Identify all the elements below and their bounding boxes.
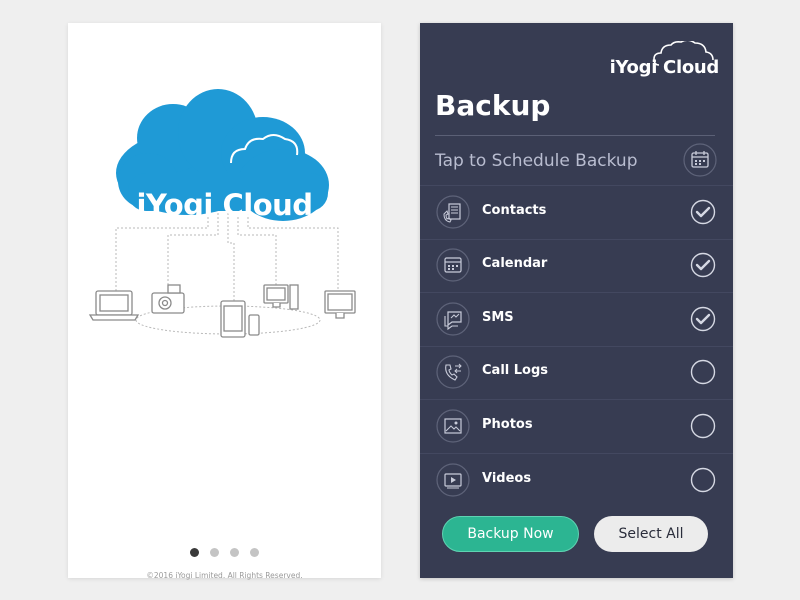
item-label-videos: Videos (482, 471, 532, 486)
logo-text: iYogi Cloud (136, 188, 313, 222)
item-label-contacts: Contacts (482, 203, 547, 218)
checkbox-unchecked-icon[interactable] (690, 359, 716, 385)
schedule-label: Tap to Schedule Backup (435, 151, 638, 171)
item-label-sms: SMS (482, 310, 514, 325)
monitor-icon (324, 290, 356, 319)
sms-icon (436, 302, 470, 336)
title-divider (435, 135, 715, 136)
backup-item-calendar[interactable]: Calendar (420, 239, 733, 293)
backup-item-videos[interactable]: Videos (420, 454, 733, 507)
schedule-backup-row[interactable]: Tap to Schedule Backup (420, 137, 733, 186)
videos-icon (436, 463, 470, 497)
checkbox-unchecked-icon[interactable] (690, 413, 716, 439)
call-logs-icon (436, 355, 470, 389)
schedule-calendar-icon[interactable] (683, 143, 717, 177)
pagination-dot-1[interactable] (189, 548, 199, 557)
brand-logo: iYogi Cloud (599, 41, 719, 81)
pagination-dot-4[interactable] (250, 548, 260, 557)
laptop-icon (88, 290, 140, 321)
backup-item-contacts[interactable]: Contacts (420, 186, 733, 240)
item-label-calendar: Calendar (482, 256, 548, 271)
backup-screen: iYogi Cloud Backup Tap to Schedule Backu… (420, 23, 733, 578)
pagination-dot-2[interactable] (209, 548, 219, 557)
backup-item-photos[interactable]: Photos (420, 400, 733, 454)
checkbox-checked-icon[interactable] (690, 306, 716, 332)
item-label-photos: Photos (482, 417, 533, 432)
contacts-icon (436, 195, 470, 229)
tablet-icon (220, 300, 246, 338)
select-all-button[interactable]: Select All (594, 516, 708, 552)
checkbox-checked-icon[interactable] (690, 199, 716, 225)
backup-item-call-logs[interactable]: Call Logs (420, 346, 733, 400)
checkbox-unchecked-icon[interactable] (690, 467, 716, 493)
phone-icon (248, 314, 260, 336)
camera-icon (151, 284, 185, 314)
splash-screen: iYogi Cloud ©2016 iYogi Limited. All Rig… (68, 23, 381, 580)
desktop-icon (263, 284, 299, 310)
brand-text: iYogi Cloud (609, 57, 720, 78)
backup-now-button[interactable]: Backup Now (442, 516, 579, 552)
backup-item-sms[interactable]: SMS (420, 293, 733, 347)
item-label-call-logs: Call Logs (482, 363, 549, 378)
page-title: Backup (435, 89, 551, 122)
calendar-icon (436, 248, 470, 282)
pagination-dot-3[interactable] (230, 548, 240, 557)
checkbox-checked-icon[interactable] (690, 252, 716, 278)
pagination-dots (68, 542, 381, 561)
photos-icon (436, 409, 470, 443)
copyright-text: ©2016 iYogi Limited. All Rights Reserved… (146, 571, 303, 580)
